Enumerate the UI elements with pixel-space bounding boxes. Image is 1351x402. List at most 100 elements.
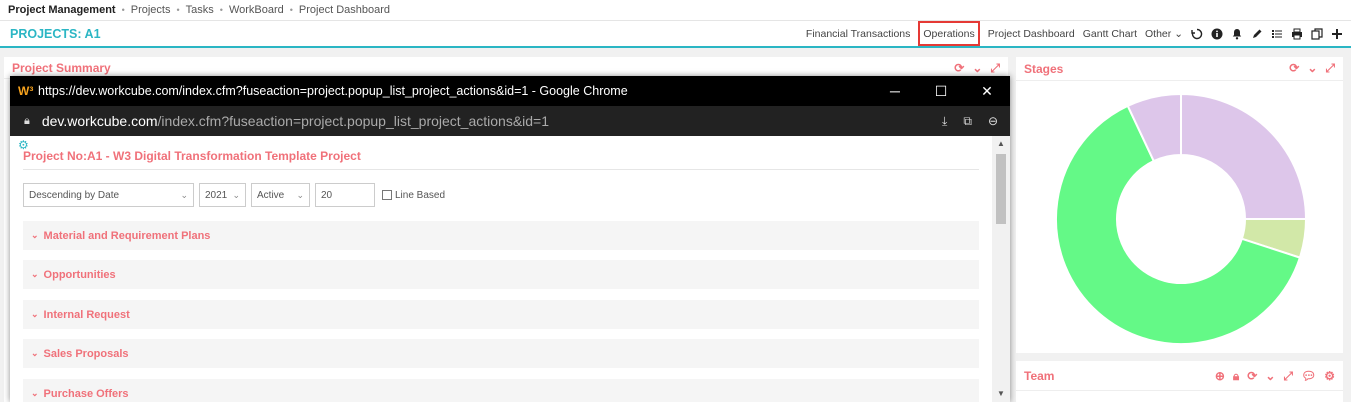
collapse-icon[interactable]: ⌄ (972, 61, 982, 75)
sort-select[interactable]: Descending by Date ⌄ (23, 183, 194, 207)
lock-icon: 🔒︎ (24, 114, 30, 127)
nav-separator: • (219, 5, 223, 15)
workcube-logo-icon: W³ (18, 84, 34, 98)
refresh-icon[interactable]: ⟳ (1289, 61, 1299, 75)
print-icon[interactable] (1291, 28, 1303, 40)
donut-svg (1055, 92, 1308, 345)
section-label: Material and Requirement Plans (43, 229, 211, 242)
other-label: Other (1145, 27, 1172, 40)
chevron-down-icon: ⌄ (232, 189, 240, 200)
section-label: Internal Request (43, 308, 130, 321)
section-internal-request[interactable]: ⌄ Internal Request (23, 300, 979, 329)
chevron-down-icon: ⌄ (31, 309, 39, 319)
section-label: Purchase Offers (43, 387, 129, 400)
install-icon[interactable]: ⤓ (942, 114, 947, 129)
add-circle-icon[interactable]: ⊕ (1215, 369, 1225, 383)
expand-icon[interactable]: ⤢ (1325, 61, 1335, 75)
scroll-up-arrow[interactable]: ▲ (997, 139, 1005, 148)
chevron-down-icon: ⌄ (180, 189, 188, 200)
collapse-icon[interactable]: ⌄ (1307, 61, 1317, 75)
chevron-down-icon: ⌄ (1174, 27, 1183, 40)
nav-workboard[interactable]: WorkBoard (229, 4, 284, 16)
window-controls: ─ ☐ ✕ (872, 76, 1010, 106)
translate-icon[interactable]: ⧉ (963, 114, 972, 129)
lock-icon[interactable]: 🔒︎ (1233, 369, 1239, 383)
checkbox-box[interactable] (382, 190, 392, 200)
operations-link[interactable]: Operations (918, 21, 980, 46)
pencil-icon[interactable] (1251, 28, 1263, 40)
nav-tasks[interactable]: Tasks (186, 4, 214, 16)
section-material-plans[interactable]: ⌄ Material and Requirement Plans (23, 221, 979, 250)
scroll-down-arrow[interactable]: ▼ (997, 389, 1005, 398)
project-summary-title: Project Summary (12, 60, 111, 75)
section-label: Sales Proposals (43, 347, 129, 360)
project-header-bar: PROJECTS: A1 Financial Transactions Oper… (0, 21, 1351, 48)
nav-separator: • (289, 5, 293, 15)
scrollbar-thumb[interactable] (996, 154, 1006, 224)
bell-icon[interactable] (1231, 28, 1243, 40)
chrome-popup-window: W³ https://dev.workcube.com/index.cfm?fu… (10, 76, 1010, 402)
team-panel: Team ⊕ 🔒︎ ⟳ ⌄ ⤢ 💬︎ ⚙ (1016, 361, 1343, 402)
module-title[interactable]: Project Management (8, 4, 116, 16)
filter-bar: Descending by Date ⌄ 2021 ⌄ Active ⌄ 20 Lin… (23, 183, 445, 207)
team-tools: ⊕ 🔒︎ ⟳ ⌄ ⤢ 💬︎ ⚙ (1215, 369, 1335, 383)
maximize-icon[interactable]: ☐ (918, 76, 964, 106)
gear-icon[interactable]: ⚙ (1324, 369, 1335, 383)
donut-slice[interactable] (1180, 92, 1308, 220)
record-count-input[interactable]: 20 (315, 183, 375, 207)
other-menu[interactable]: Other ⌄ (1145, 28, 1183, 40)
project-menu: Financial Transactions Operations Projec… (806, 21, 1343, 46)
stages-tools: ⟳ ⌄ ⤢ (1289, 61, 1335, 75)
info-icon[interactable] (1211, 28, 1223, 40)
refresh-icon[interactable]: ⟳ (1247, 369, 1257, 383)
close-icon[interactable]: ✕ (964, 76, 1010, 106)
url-path: /index.cfm?fuseaction=project.popup_list… (157, 113, 550, 129)
section-purchase-offers[interactable]: ⌄ Purchase Offers (23, 379, 979, 402)
project-dashboard-link[interactable]: Project Dashboard (988, 28, 1075, 40)
project-title: PROJECTS: A1 (10, 27, 101, 41)
address-bar-icons: ⤓ ⧉ ⊖ (942, 114, 998, 129)
popup-content: ⚙ Project No:A1 - W3 Digital Transformat… (10, 136, 992, 402)
financial-transactions-link[interactable]: Financial Transactions (806, 28, 910, 40)
stages-header: Stages ⟳ ⌄ ⤢ (1016, 57, 1343, 81)
minimize-icon[interactable]: ─ (872, 76, 918, 106)
plus-icon[interactable] (1331, 28, 1343, 40)
gantt-chart-link[interactable]: Gantt Chart (1083, 28, 1137, 40)
team-header: Team ⊕ 🔒︎ ⟳ ⌄ ⤢ 💬︎ ⚙ (1016, 361, 1343, 391)
nav-project-dashboard[interactable]: Project Dashboard (299, 4, 390, 16)
copy-icon[interactable] (1311, 27, 1323, 40)
nav-separator: • (121, 5, 125, 15)
zoom-icon[interactable]: ⊖ (988, 114, 998, 129)
section-sales-proposals[interactable]: ⌄ Sales Proposals (23, 339, 979, 368)
year-value: 2021 (205, 189, 228, 201)
project-summary-tools: ⟳ ⌄ ⤢ (954, 61, 1000, 75)
title-divider (23, 169, 979, 170)
chevron-down-icon: ⌄ (31, 348, 39, 358)
collapse-icon[interactable]: ⌄ (1265, 369, 1275, 383)
stages-title: Stages (1024, 61, 1064, 76)
nav-separator: • (176, 5, 180, 15)
nav-projects[interactable]: Projects (131, 4, 171, 16)
chevron-down-icon: ⌄ (31, 269, 39, 279)
year-select[interactable]: 2021 ⌄ (199, 183, 246, 207)
section-label: Opportunities (43, 268, 116, 281)
chevron-down-icon: ⌄ (296, 189, 304, 200)
line-based-checkbox[interactable]: Line Based (382, 190, 445, 201)
status-select[interactable]: Active ⌄ (251, 183, 310, 207)
refresh-icon[interactable]: ⟳ (954, 61, 964, 75)
url-host: dev.workcube.com (41, 113, 158, 129)
status-value: Active (257, 189, 285, 201)
expand-icon[interactable]: ⤢ (990, 61, 1000, 75)
list-icon[interactable] (1271, 28, 1283, 40)
section-opportunities[interactable]: ⌄ Opportunities (23, 260, 979, 289)
chevron-down-icon: ⌄ (31, 388, 39, 398)
comment-icon[interactable]: 💬︎ (1301, 369, 1316, 383)
line-based-label: Line Based (395, 189, 446, 201)
popup-address-bar[interactable]: 🔒︎ dev.workcube.com/index.cfm?fuseaction… (10, 106, 1010, 136)
popup-scrollbar[interactable]: ▲ ▼ (992, 136, 1010, 402)
popup-window-title: https://dev.workcube.com/index.cfm?fusea… (38, 84, 628, 98)
expand-icon[interactable]: ⤢ (1283, 369, 1293, 383)
team-title: Team (1024, 368, 1055, 383)
history-icon[interactable] (1191, 28, 1203, 40)
sort-value: Descending by Date (29, 189, 120, 201)
